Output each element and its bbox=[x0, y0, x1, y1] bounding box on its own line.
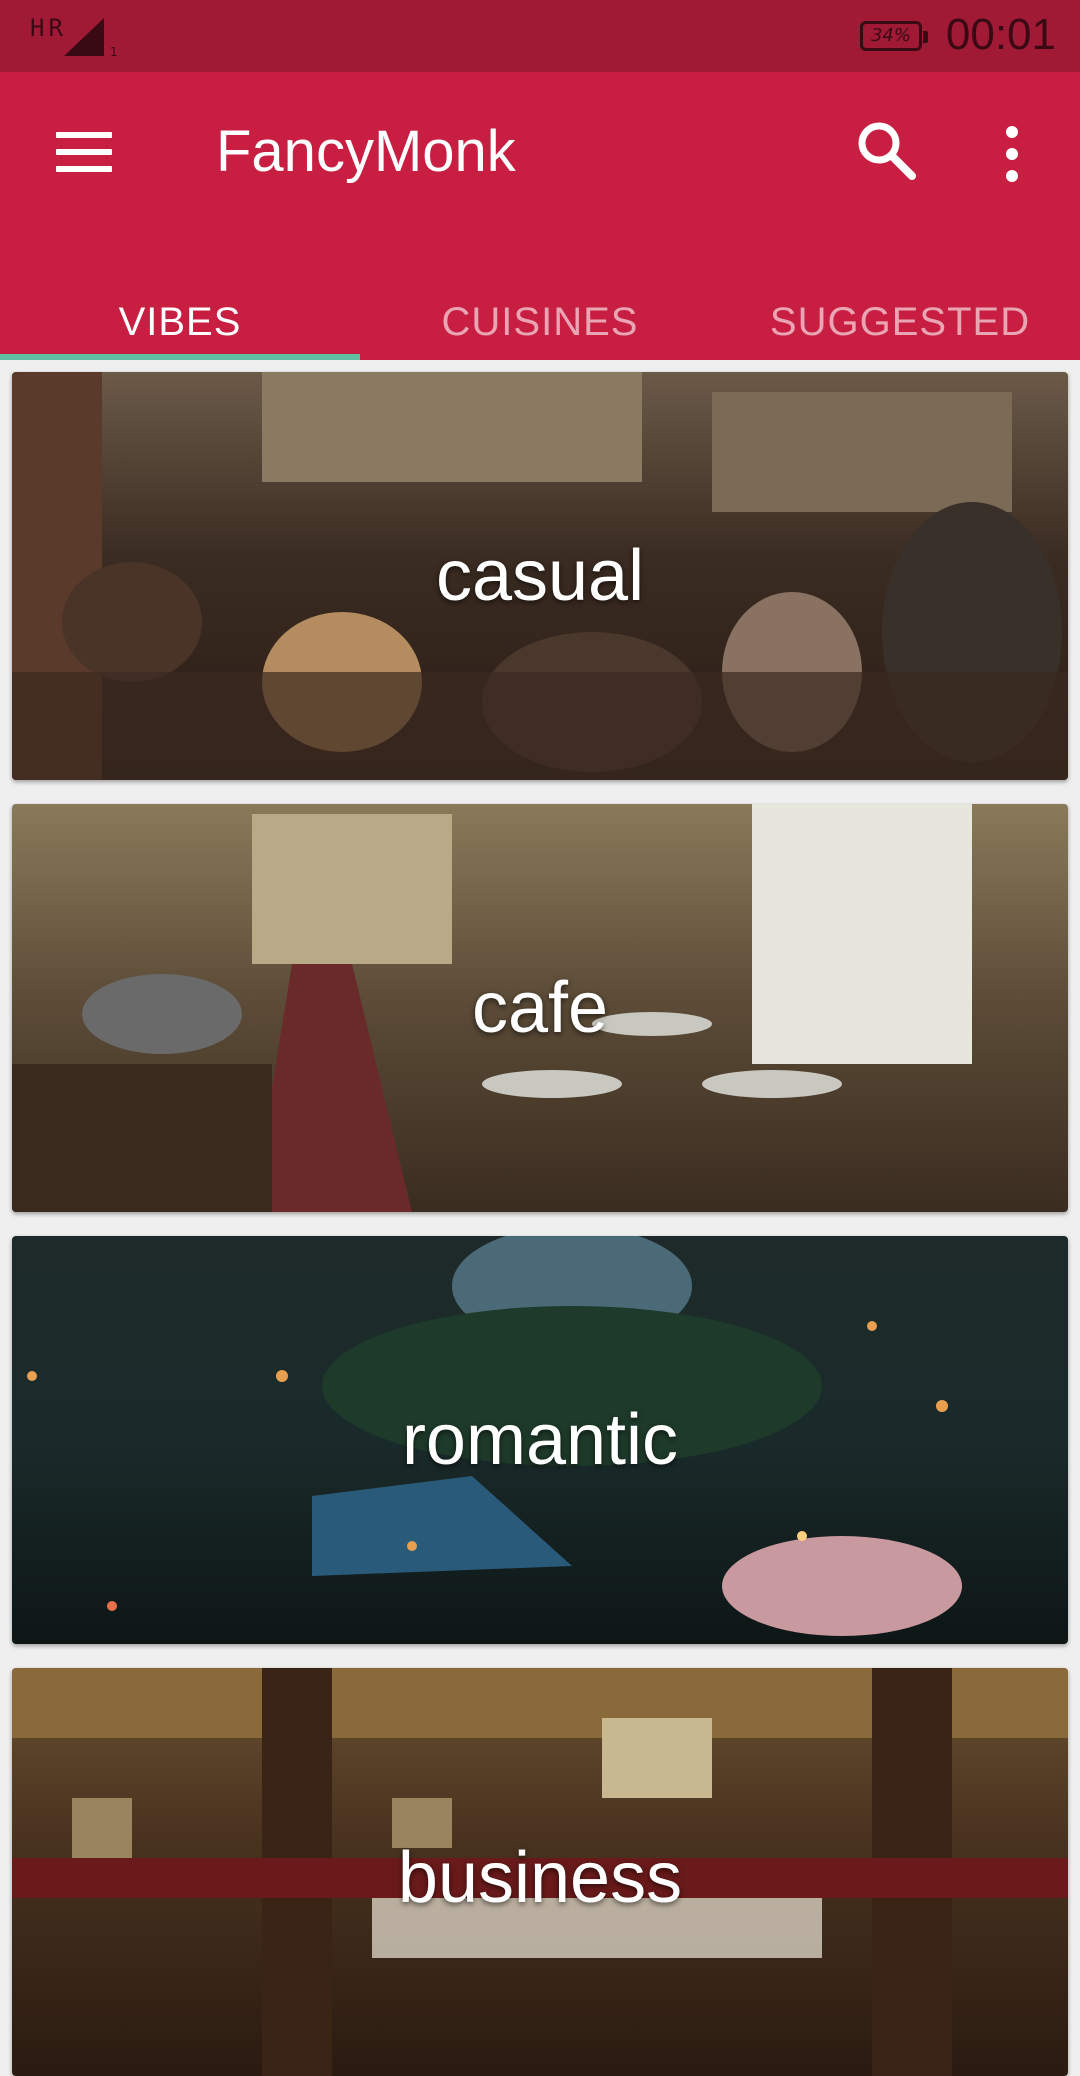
vibe-card-casual[interactable]: casual bbox=[12, 372, 1068, 780]
vibe-card-cafe[interactable]: cafe bbox=[12, 804, 1068, 1212]
battery-icon: 34% bbox=[860, 21, 928, 51]
clock: 00:01 bbox=[945, 10, 1056, 59]
hamburger-menu-icon[interactable] bbox=[40, 112, 130, 192]
vibe-label: business bbox=[397, 1838, 683, 1918]
tab-cuisines[interactable]: CUISINES bbox=[360, 262, 720, 360]
tab-suggested[interactable]: SUGGESTED bbox=[720, 262, 1080, 360]
search-icon[interactable] bbox=[852, 116, 922, 186]
sim-slot-label: 1 bbox=[110, 45, 118, 59]
tab-bar: VIBES CUISINES SUGGESTED bbox=[0, 262, 1080, 360]
tab-vibes[interactable]: VIBES bbox=[0, 262, 360, 360]
signal-strength-icon: 1 bbox=[64, 18, 118, 59]
vibe-label: casual bbox=[435, 536, 645, 616]
app-bar: FancyMonk VIBES CUISINES SUGGESTED bbox=[0, 72, 1080, 360]
vibe-label: romantic bbox=[401, 1400, 679, 1480]
vibe-card-business[interactable]: business bbox=[12, 1668, 1068, 2076]
status-bar: HR 1 34% 00:01 bbox=[0, 0, 1080, 72]
app-title: FancyMonk bbox=[216, 119, 516, 184]
signal-indicator: HR 1 bbox=[30, 14, 120, 60]
vibe-label: cafe bbox=[471, 968, 609, 1048]
vibe-card-romantic[interactable]: romantic bbox=[12, 1236, 1068, 1644]
more-vert-icon[interactable] bbox=[990, 118, 1034, 188]
